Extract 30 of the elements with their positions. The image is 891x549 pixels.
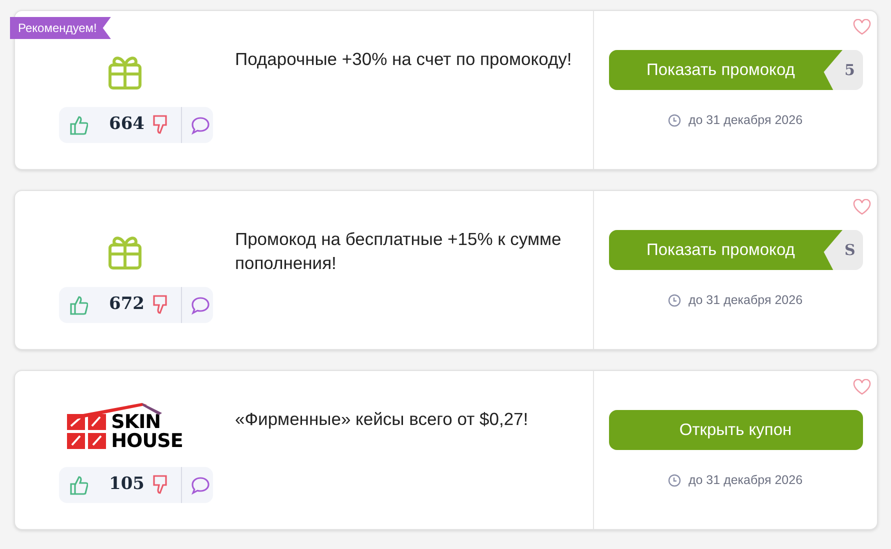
thumbs-up-icon[interactable] [70, 295, 88, 315]
comment-icon[interactable] [191, 296, 210, 314]
thumbs-up-icon[interactable] [70, 475, 88, 495]
vote-count: 105 [109, 473, 146, 496]
logo-text: SKIN [111, 413, 161, 432]
comment-icon[interactable] [191, 476, 210, 494]
heart-icon[interactable] [853, 379, 871, 395]
offer-description: Подарочные +30% на счет по промокоду! [235, 48, 573, 71]
comment-icon[interactable] [191, 116, 210, 134]
code-peek: S [844, 240, 856, 261]
logo-text: HOUSE [111, 432, 183, 451]
expiry-date: до 31 декабря 2026 [688, 292, 803, 309]
clock-icon [668, 114, 682, 127]
show-promo-button[interactable]: Показать промокод S [608, 230, 862, 270]
logo-emblem-drawing [67, 414, 108, 450]
expiry-date: до 31 декабря 2026 [688, 112, 803, 129]
offer-description: «Фирменные» кейсы всего от $0,27! [235, 408, 530, 431]
expiry-date: до 31 декабря 2026 [688, 472, 803, 489]
show-promo-button[interactable]: Показать промокод 5 [608, 50, 862, 90]
heart-icon[interactable] [853, 199, 871, 215]
vote-count: 664 [109, 113, 146, 136]
heart-icon[interactable] [853, 19, 871, 35]
clock-icon [668, 474, 682, 487]
recommended-ribbon: Рекомендуем! [10, 17, 111, 39]
open-coupon-button[interactable]: Открыть купон [608, 410, 862, 450]
vote-count: 672 [109, 293, 146, 316]
offer-description: Промокод на бесплатные +15% к сумме пополнения! [235, 228, 562, 275]
code-peek: 5 [844, 60, 855, 81]
clock-icon [668, 294, 682, 307]
thumbs-up-icon[interactable] [70, 115, 88, 135]
